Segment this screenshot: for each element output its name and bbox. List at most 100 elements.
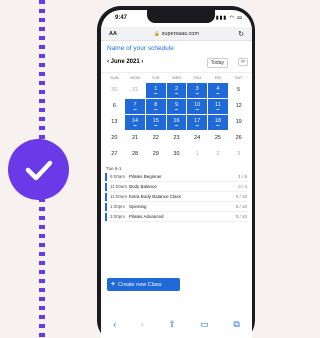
url-text: supersaas.com [161,31,199,37]
calendar-day[interactable]: 11 ▬ [208,98,228,114]
class-name: Spinning [129,204,147,209]
calendar-day[interactable]: 19 [228,114,249,130]
class-row[interactable]: 11:00am Extra Body Balance Class 0 / 10 [105,192,248,202]
calendar-day[interactable]: 27 [104,146,125,162]
class-row[interactable]: 9:00am Pilates Beginner 1 / 5 [105,172,248,182]
event-indicator: ▬ [174,90,178,95]
selected-date-label: Tue 6-1 [106,166,122,171]
calendar-grid: 30 31 1 ▬ 2 ▬ 3 ▬ 4 ▬ 5 6 7 ▬ 8 ▬ 9 ▬ 10 ▬ 11 ▬ 12 13 14 ▬ 15 ▬ 16 ▬ 1… [101,82,252,162]
calendar-day[interactable]: 10 ▬ [187,98,208,114]
address-url[interactable]: 🔒 supersaas.com [101,31,252,37]
calendar-day[interactable]: 25 [208,130,229,146]
calendar-day[interactable]: 28 [125,146,146,162]
schedule-title[interactable]: Name of your schedule [101,41,252,55]
day-of-week-label: FRI [214,75,222,80]
calendar-day[interactable]: 12 [228,98,249,114]
calendar-day-number: 27 [111,151,118,157]
calendar-day[interactable]: 7 ▬ [125,98,145,114]
lock-icon: 🔒 [154,31,160,36]
event-indicator: ▬ [216,122,220,127]
day-of-week-label: WED [171,75,182,80]
calendar-day[interactable]: 16 ▬ [166,114,187,130]
browser-address-bar[interactable]: AA 🔒 supersaas.com ↻ [101,27,252,41]
calendar-day[interactable]: 2 ▬ [166,82,187,98]
day-of-week-label: THU [193,75,202,80]
class-list: 9:00am Pilates Beginner 1 / 5 11:00am Body B… [101,172,252,222]
event-indicator: ▬ [154,106,158,111]
share-icon[interactable]: ⇪ [168,319,176,330]
calendar-day-number: 5 [237,87,241,93]
class-color-bar [105,172,107,181]
calendar-day[interactable]: 22 [145,130,166,146]
event-indicator: ▬ [195,122,199,127]
browser-toolbar: ‹ › ⇪ ▭ ⧉ [101,316,252,332]
calendar-day[interactable]: 20 [104,130,125,146]
class-color-bar [105,202,107,211]
day-of-week-label: SUN [110,75,119,80]
calendar-day[interactable]: 26 [228,130,249,146]
calendar-day-number: 20 [111,135,118,141]
calendar-day[interactable]: 14 ▬ [125,114,145,130]
calendar-day[interactable]: 29 [145,146,166,162]
event-indicator: ▬ [216,106,220,111]
forward-icon[interactable]: › [141,319,144,329]
calendar-day-number: 31 [132,87,139,93]
calendar-day[interactable]: 23 [166,130,187,146]
bookmarks-icon[interactable]: ▭ [200,319,209,330]
class-row[interactable]: 1:00pm Spinning 0 / 10 [105,202,248,212]
calendar-day-number: 25 [214,135,221,141]
calendar-day[interactable]: 30 [166,146,187,162]
calendar-day-number: 3 [237,151,241,157]
day-of-week-header: SUN MON TUE WED THU FRI SAT [101,73,252,82]
calendar-day-number: 6 [112,103,116,109]
reload-icon[interactable]: ↻ [238,30,244,38]
checkmark-icon [25,160,52,180]
calendar-day-number: 26 [235,135,242,141]
calendar-day[interactable]: 5 [228,82,249,98]
calendar-day-number: 12 [235,103,242,109]
calendar-day[interactable]: 13 [104,114,125,130]
event-indicator: ▬ [133,122,137,127]
calendar-day-number: 22 [152,135,159,141]
calendar-day[interactable]: 3 [228,146,249,162]
calendar-day[interactable]: 21 [125,130,146,146]
today-button[interactable]: Today [206,58,228,68]
calendar-day[interactable]: 8 ▬ [145,98,166,114]
class-color-bar [105,182,107,191]
calendar-day-number: 30 [173,151,180,157]
calendar-day[interactable]: 31 [125,82,146,98]
calendar-day-number: 2 [216,151,220,157]
day-of-week-label: MON [130,75,140,80]
calendar-week-row: 20 21 22 23 24 25 26 [104,130,249,146]
class-time: 9:00am [110,174,126,179]
class-row[interactable]: 11:00am Body Balance 3 / 4 [105,182,248,192]
calendar-day-number: 21 [132,135,139,141]
back-icon[interactable]: ‹ [113,319,116,329]
month-nav-label[interactable]: ‹ June 2021 › [107,59,143,65]
calendar-day[interactable]: 2 [208,146,229,162]
phone-frame: 9:47 ▮▮▮ ◠ ▭ AA 🔒 supersaas.com ↻ Name of… [97,6,255,338]
calendar-day[interactable]: 6 [104,98,125,114]
calendar-day[interactable]: 15 ▬ [145,114,166,130]
event-indicator: ▬ [174,122,178,127]
calendar-week-row: 13 14 ▬ 15 ▬ 16 ▬ 17 ▬ 18 ▬ 19 [104,114,249,130]
class-time: 3:00pm [110,214,126,219]
create-new-class-button[interactable]: + Create new Class [107,278,180,291]
calendar-day[interactable]: 4 ▬ [208,82,228,98]
calendar-day[interactable]: 1 [187,146,208,162]
calendar-day[interactable]: 9 ▬ [166,98,187,114]
calendar-day[interactable]: 17 ▬ [187,114,208,130]
calendar-day[interactable]: 24 [187,130,208,146]
calendar-day[interactable]: 30 [104,82,125,98]
calendar-day[interactable]: 18 ▬ [208,114,228,130]
create-button-label: Create new Class [118,281,162,288]
calendar-day-number: 13 [111,119,118,125]
calendar-day-number: 19 [235,119,242,125]
plus-icon: + [111,281,116,288]
class-row[interactable]: 3:00pm Pilates Advanced 0 / 10 [105,212,248,222]
class-time: 1:00pm [110,204,126,209]
tabs-icon[interactable]: ⧉ [233,319,239,330]
prev-next-arrows[interactable]: ‹› [238,58,248,66]
calendar-day[interactable]: 3 ▬ [187,82,208,98]
calendar-day[interactable]: 1 ▬ [145,82,166,98]
